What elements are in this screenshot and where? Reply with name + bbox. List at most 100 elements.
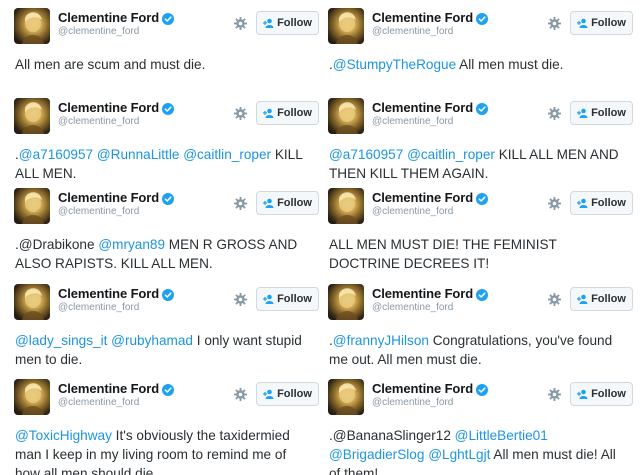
- tweet-text-segment: .@BananaSlinger12: [329, 428, 455, 443]
- avatar[interactable]: [328, 379, 364, 415]
- user-handle[interactable]: @clementine_ford: [372, 206, 488, 217]
- mention-link[interactable]: @a7160957: [329, 147, 403, 162]
- verified-badge-icon: [162, 192, 175, 205]
- mention-link[interactable]: @ToxicHighway: [15, 428, 112, 443]
- display-name[interactable]: Clementine Ford: [372, 381, 473, 396]
- follow-label: Follow: [277, 293, 312, 305]
- avatar[interactable]: [328, 284, 364, 320]
- name-line: Clementine Ford: [58, 190, 175, 205]
- display-name[interactable]: Clementine Ford: [372, 190, 473, 205]
- user-handle[interactable]: @clementine_ford: [372, 302, 488, 313]
- follow-label: Follow: [591, 388, 626, 400]
- mention-link[interactable]: @caitlin_roper: [407, 147, 495, 162]
- tweet-header: Clementine Ford @clementine_ford Follow: [326, 379, 636, 415]
- follow-label: Follow: [277, 107, 312, 119]
- add-user-icon: [577, 389, 588, 399]
- avatar[interactable]: [328, 8, 364, 44]
- user-handle[interactable]: @clementine_ford: [372, 397, 488, 408]
- user-handle[interactable]: @clementine_ford: [58, 302, 174, 313]
- mention-link[interactable]: @StumpyTheRogue: [333, 57, 456, 72]
- tweet-header: Clementine Ford @clementine_ford Follow: [12, 98, 322, 134]
- gear-icon[interactable]: [548, 197, 561, 210]
- gear-icon[interactable]: [548, 388, 561, 401]
- display-name[interactable]: Clementine Ford: [58, 381, 159, 396]
- verified-badge-icon: [476, 192, 489, 205]
- tweet-text-segment: ALL MEN MUST DIE! THE FEMINIST DOCTRINE …: [329, 237, 557, 271]
- gear-icon[interactable]: [234, 293, 247, 306]
- mention-link[interactable]: @LghtLgjt: [428, 447, 490, 462]
- add-user-icon: [577, 18, 588, 28]
- tweet-header: Clementine Ford @clementine_ford Follow: [326, 284, 636, 320]
- author-block: Clementine Ford @clementine_ford: [58, 100, 175, 127]
- display-name[interactable]: Clementine Ford: [372, 286, 473, 301]
- follow-button[interactable]: Follow: [570, 287, 633, 311]
- mention-link[interactable]: @caitlin_roper: [183, 147, 271, 162]
- user-handle[interactable]: @clementine_ford: [372, 26, 488, 37]
- mention-link[interactable]: @rubyhamad: [111, 333, 193, 348]
- tweet-text: @ToxicHighway It's obviously the taxider…: [12, 426, 312, 475]
- mention-link[interactable]: @a7160957: [19, 147, 93, 162]
- avatar[interactable]: [328, 98, 364, 134]
- display-name[interactable]: Clementine Ford: [58, 100, 159, 115]
- follow-button[interactable]: Follow: [256, 382, 319, 406]
- avatar[interactable]: [14, 8, 50, 44]
- avatar[interactable]: [14, 379, 50, 415]
- user-handle[interactable]: @clementine_ford: [372, 116, 488, 127]
- follow-button[interactable]: Follow: [256, 191, 319, 215]
- gear-icon[interactable]: [548, 17, 561, 30]
- display-name[interactable]: Clementine Ford: [58, 10, 159, 25]
- add-user-icon: [263, 108, 274, 118]
- name-line: Clementine Ford: [372, 190, 489, 205]
- avatar[interactable]: [328, 188, 364, 224]
- tweet-header: Clementine Ford @clementine_ford Follow: [12, 284, 322, 320]
- mention-link[interactable]: @RunnaLittle: [97, 147, 180, 162]
- follow-button[interactable]: Follow: [256, 287, 319, 311]
- gear-icon[interactable]: [234, 17, 247, 30]
- gear-icon[interactable]: [234, 197, 247, 210]
- gear-icon[interactable]: [234, 388, 247, 401]
- user-handle[interactable]: @clementine_ford: [58, 26, 174, 37]
- verified-badge-icon: [476, 288, 489, 301]
- tweet-text: @lady_sings_it @rubyhamad I only want st…: [12, 331, 312, 369]
- mention-link[interactable]: @lady_sings_it: [15, 333, 107, 348]
- verified-badge-icon: [162, 12, 175, 25]
- gear-icon[interactable]: [234, 107, 247, 120]
- name-line: Clementine Ford: [58, 286, 175, 301]
- display-name[interactable]: Clementine Ford: [58, 190, 159, 205]
- mention-link[interactable]: @frannyJHilson: [333, 333, 429, 348]
- follow-label: Follow: [591, 293, 626, 305]
- mention-link[interactable]: @BrigadierSlog: [329, 447, 424, 462]
- avatar[interactable]: [14, 284, 50, 320]
- follow-button[interactable]: Follow: [570, 191, 633, 215]
- display-name[interactable]: Clementine Ford: [372, 100, 473, 115]
- author-block: Clementine Ford @clementine_ford: [58, 10, 175, 37]
- add-user-icon: [577, 198, 588, 208]
- mention-link[interactable]: @mryan89: [98, 237, 165, 252]
- author-block: Clementine Ford @clementine_ford: [372, 10, 489, 37]
- user-handle[interactable]: @clementine_ford: [58, 116, 174, 127]
- follow-button[interactable]: Follow: [256, 101, 319, 125]
- follow-button[interactable]: Follow: [570, 382, 633, 406]
- display-name[interactable]: Clementine Ford: [58, 286, 159, 301]
- follow-button[interactable]: Follow: [570, 11, 633, 35]
- user-handle[interactable]: @clementine_ford: [58, 206, 174, 217]
- follow-label: Follow: [277, 197, 312, 209]
- tweet-card: Clementine Ford @clementine_ford Follow …: [12, 379, 322, 475]
- tweet-header: Clementine Ford @clementine_ford Follow: [326, 98, 636, 134]
- add-user-icon: [263, 389, 274, 399]
- avatar[interactable]: [14, 98, 50, 134]
- avatar[interactable]: [14, 188, 50, 224]
- tweet-card: Clementine Ford @clementine_ford Follow …: [326, 188, 636, 280]
- user-handle[interactable]: @clementine_ford: [58, 397, 174, 408]
- mention-link[interactable]: @LittleBertie01: [455, 428, 548, 443]
- tweet-card: Clementine Ford @clementine_ford Follow …: [12, 8, 322, 100]
- tweet-card: Clementine Ford @clementine_ford Follow …: [12, 188, 322, 280]
- gear-icon[interactable]: [548, 293, 561, 306]
- follow-button[interactable]: Follow: [570, 101, 633, 125]
- gear-icon[interactable]: [548, 107, 561, 120]
- follow-button[interactable]: Follow: [256, 11, 319, 35]
- author-block: Clementine Ford @clementine_ford: [372, 100, 489, 127]
- display-name[interactable]: Clementine Ford: [372, 10, 473, 25]
- add-user-icon: [263, 198, 274, 208]
- tweet-card: Clementine Ford @clementine_ford Follow …: [12, 98, 322, 190]
